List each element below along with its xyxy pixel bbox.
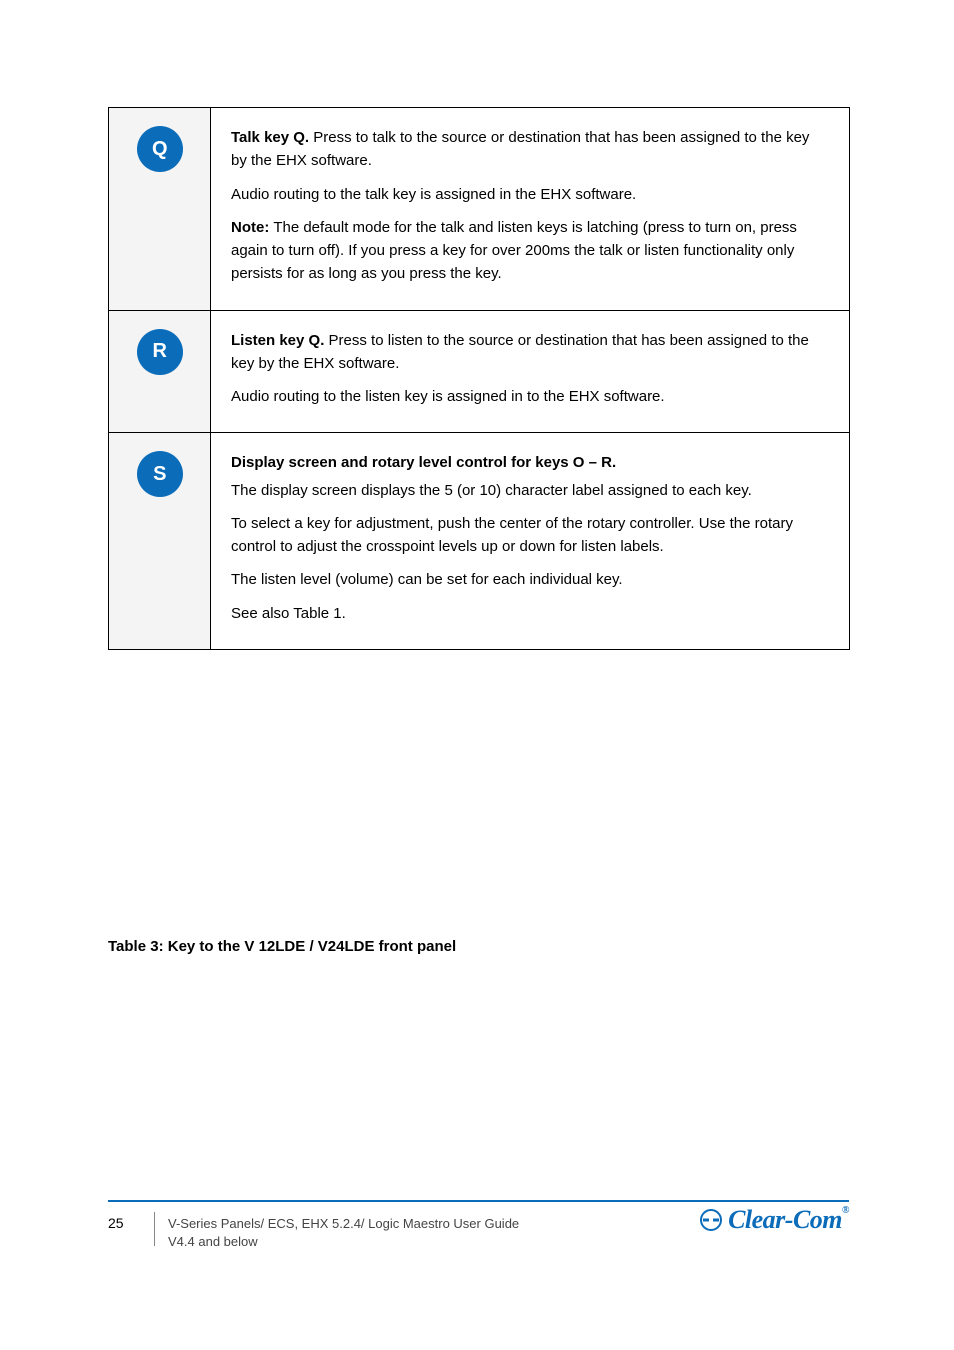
row-text: The display screen displays the 5 (or 10…	[231, 479, 829, 502]
footer-title-line1: V-Series Panels/ ECS, EHX 5.2.4/ Logic M…	[168, 1216, 519, 1231]
row-lead: Talk key Q.	[231, 129, 309, 146]
page-number: 25	[108, 1215, 124, 1231]
brand-logo: Clear-Com®	[700, 1205, 849, 1235]
badge-cell: S	[109, 433, 211, 650]
row-text: See also Table 1.	[231, 602, 829, 625]
badge-letter: Q	[152, 134, 167, 165]
circle-badge-icon: S	[137, 451, 183, 497]
badge-letter: R	[153, 336, 167, 367]
description-cell: Display screen and rotary level control …	[211, 433, 850, 650]
row-text: To select a key for adjustment, push the…	[231, 512, 829, 559]
footer-title-line2: V4.4 and below	[168, 1234, 258, 1249]
footer-divider	[154, 1212, 155, 1246]
row-text: The listen level (volume) can be set for…	[231, 568, 829, 591]
row-lead: Display screen and rotary level control …	[231, 454, 616, 471]
circle-badge-icon: R	[137, 329, 183, 375]
description-cell: Talk key Q. Press to talk to the source …	[211, 108, 850, 311]
table-caption: Table 3: Key to the V 12LDE / V24LDE fro…	[108, 938, 456, 955]
row-text: The default mode for the talk and listen…	[231, 219, 797, 283]
footer-title: V-Series Panels/ ECS, EHX 5.2.4/ Logic M…	[168, 1215, 519, 1250]
footer-rule	[108, 1200, 849, 1202]
note-label: Note:	[231, 219, 269, 236]
row-text: Audio routing to the listen key is assig…	[231, 385, 829, 408]
table-row: Q Talk key Q. Press to talk to the sourc…	[109, 108, 850, 311]
brand-text: Clear-Com®	[728, 1205, 849, 1235]
badge-letter: S	[153, 459, 166, 490]
table-row: S Display screen and rotary level contro…	[109, 433, 850, 650]
description-cell: Listen key Q. Press to listen to the sou…	[211, 310, 850, 433]
row-text: Audio routing to the talk key is assigne…	[231, 183, 829, 206]
row-lead: Listen key Q.	[231, 332, 324, 349]
circle-badge-icon: Q	[137, 126, 183, 172]
row-text: Press to talk to the source or destinati…	[231, 129, 809, 169]
key-description-table: Q Talk key Q. Press to talk to the sourc…	[108, 107, 850, 650]
clearcom-mark-icon	[700, 1209, 722, 1231]
badge-cell: Q	[109, 108, 211, 311]
table-row: R Listen key Q. Press to listen to the s…	[109, 310, 850, 433]
badge-cell: R	[109, 310, 211, 433]
